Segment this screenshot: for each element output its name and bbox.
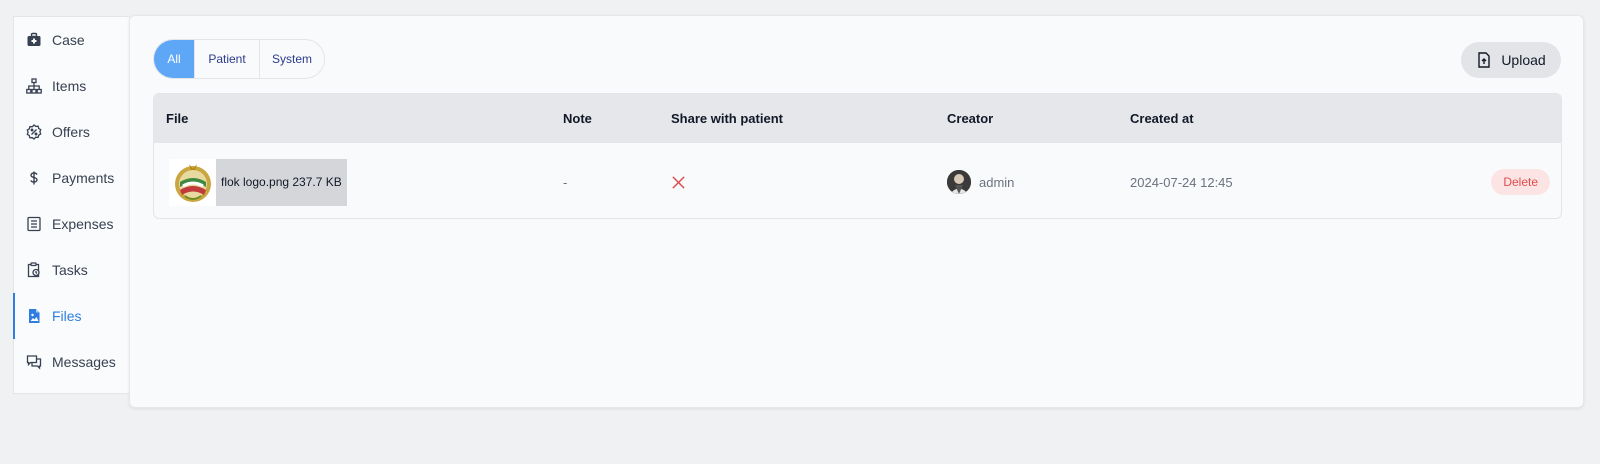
- table-header: File Note Share with patient Creator Cre…: [154, 94, 1561, 142]
- sidebar-item-label: Files: [52, 308, 82, 324]
- table-row: flok logo.png 237.7 KB - admin 2024-07-2…: [154, 142, 1561, 218]
- column-header-created-at: Created at: [1130, 110, 1194, 126]
- sidebar-item-offers[interactable]: Offers: [14, 109, 130, 155]
- upload-button-label: Upload: [1501, 52, 1546, 68]
- upload-button[interactable]: Upload: [1461, 42, 1561, 78]
- sidebar-item-payments[interactable]: Payments: [14, 155, 130, 201]
- sidebar-item-label: Case: [52, 32, 85, 48]
- file-thumbnail: [169, 158, 216, 206]
- filter-all-button[interactable]: All: [154, 40, 194, 78]
- sidebar-item-messages[interactable]: Messages: [14, 339, 130, 385]
- sidebar-item-label: Tasks: [52, 262, 88, 278]
- sidebar-item-tasks[interactable]: Tasks: [14, 247, 130, 293]
- column-header-note: Note: [563, 110, 592, 126]
- created-at-cell: 2024-07-24 12:45: [1130, 174, 1233, 190]
- sidebar-item-label: Payments: [52, 170, 115, 186]
- medkit-icon: [26, 32, 42, 48]
- sidebar-item-label: Offers: [52, 124, 90, 140]
- share-cell: [671, 143, 686, 218]
- sidebar-item-files[interactable]: Files: [13, 293, 130, 339]
- creator-name: admin: [979, 174, 1015, 190]
- column-header-share: Share with patient: [671, 110, 783, 126]
- sitemap-icon: [26, 78, 42, 94]
- emblem-logo-icon: [174, 164, 211, 202]
- column-header-creator: Creator: [947, 110, 994, 126]
- avatar: [947, 170, 971, 194]
- sidebar-item-label: Expenses: [52, 216, 114, 232]
- filter-patient-button[interactable]: Patient: [194, 40, 259, 78]
- discount-badge-icon: [26, 124, 42, 140]
- delete-button[interactable]: Delete: [1491, 169, 1550, 195]
- filter-system-button[interactable]: System: [259, 40, 324, 78]
- sidebar: Case Items Offers Payments Expenses Task…: [13, 16, 129, 394]
- file-cell: flok logo.png 237.7 KB: [169, 143, 347, 218]
- sidebar-item-items[interactable]: Items: [14, 63, 130, 109]
- sidebar-item-label: Messages: [52, 354, 116, 370]
- file-name: flok logo.png 237.7 KB: [216, 158, 347, 206]
- column-header-file: File: [166, 110, 189, 126]
- dollar-icon: [26, 170, 42, 186]
- clipboard-clock-icon: [26, 262, 42, 278]
- receipt-list-icon: [26, 216, 42, 232]
- chat-bubbles-icon: [26, 354, 42, 370]
- creator-cell: admin: [947, 143, 1015, 218]
- not-shared-x-icon: [672, 175, 685, 189]
- sidebar-item-expenses[interactable]: Expenses: [14, 201, 130, 247]
- file-upload-icon: [1476, 52, 1492, 68]
- file-filter-group: All Patient System: [153, 39, 325, 79]
- note-cell: -: [563, 174, 568, 190]
- file-chip[interactable]: flok logo.png 237.7 KB: [169, 158, 347, 206]
- files-table: File Note Share with patient Creator Cre…: [153, 93, 1562, 219]
- files-panel: All Patient System Upload File Note Shar…: [129, 15, 1584, 408]
- sidebar-item-label: Items: [52, 78, 87, 94]
- sidebar-item-case[interactable]: Case: [14, 17, 130, 63]
- file-image-icon: [26, 308, 42, 324]
